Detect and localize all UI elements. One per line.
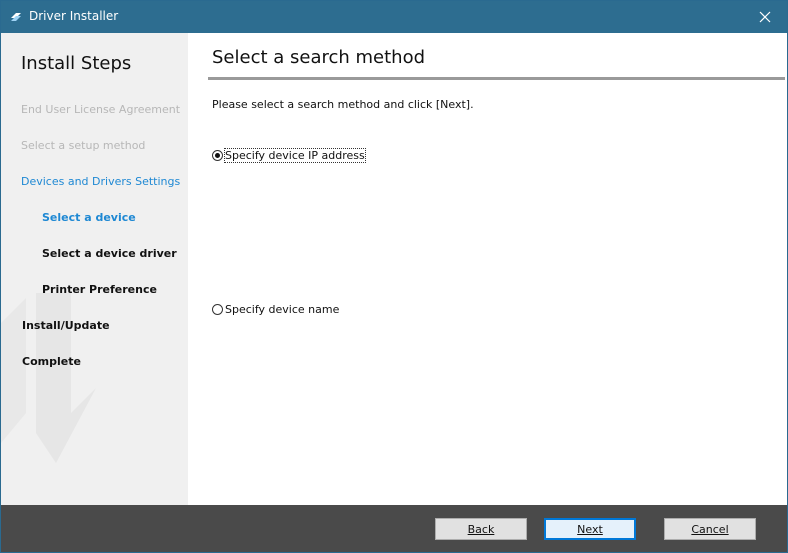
step-select-a-device-driver: Select a device driver <box>42 247 177 260</box>
option-device-name[interactable]: Specify device name <box>212 303 339 316</box>
install-steps-sidebar: Install Steps End User License Agreement… <box>1 33 188 505</box>
instruction-text: Please select a search method and click … <box>212 98 474 111</box>
close-button[interactable] <box>743 1 787 33</box>
step-complete: Complete <box>22 355 81 368</box>
back-button[interactable]: Back <box>435 518 527 540</box>
ip-address-label[interactable]: Specify device IP address <box>224 148 366 163</box>
step-devices-and-drivers-settings: Devices and Drivers Settings <box>21 175 181 188</box>
step-printer-preference: Printer Preference <box>42 283 157 296</box>
driver-installer-window: Driver Installer Install Steps End User … <box>0 0 788 553</box>
button-bar: Back Next Cancel <box>1 505 787 552</box>
step-select-setup-method: Select a setup method <box>21 139 146 152</box>
step-end-user-license-agreement: End User License Agreement <box>21 103 181 116</box>
main-content: Select a search method Please select a s… <box>188 33 787 505</box>
sidebar-heading: Install Steps <box>21 53 132 74</box>
close-icon <box>759 8 771 27</box>
title-divider <box>208 77 785 80</box>
window-title: Driver Installer <box>29 9 119 23</box>
ip-address-radio[interactable] <box>212 150 223 161</box>
device-name-radio[interactable] <box>212 304 223 315</box>
driver-installer-icon <box>9 9 23 23</box>
page-title: Select a search method <box>212 47 426 68</box>
title-bar: Driver Installer <box>1 1 787 33</box>
cancel-button[interactable]: Cancel <box>664 518 756 540</box>
step-select-a-device: Select a device <box>42 211 136 224</box>
step-install-update: Install/Update <box>22 319 110 332</box>
next-button[interactable]: Next <box>544 518 636 540</box>
device-name-label[interactable]: Specify device name <box>225 303 339 316</box>
option-ip-address[interactable]: Specify device IP address <box>212 148 366 163</box>
